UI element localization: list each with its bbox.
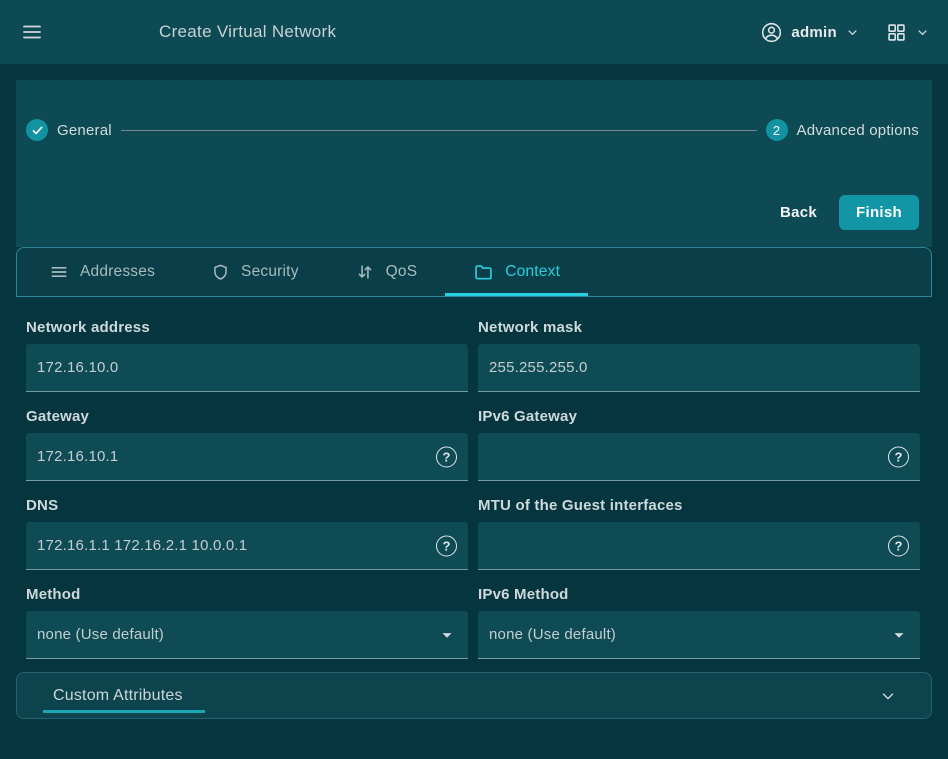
context-form: Network address Network mask Gateway ? I… — [0, 297, 948, 719]
help-icon[interactable]: ? — [888, 536, 909, 557]
dns-input[interactable] — [26, 522, 468, 570]
field-label: Network address — [26, 319, 468, 336]
method-select[interactable]: none (Use default) — [26, 611, 468, 659]
list-icon — [49, 262, 69, 282]
ipv6-method-select[interactable]: none (Use default) — [478, 611, 920, 659]
network-mask-input[interactable] — [478, 344, 920, 392]
field-mtu: MTU of the Guest interfaces ? — [478, 497, 920, 570]
tab-label: Context — [505, 263, 560, 281]
step-label: Advanced options — [797, 122, 919, 139]
sort-arrows-icon — [355, 262, 375, 282]
check-icon — [26, 119, 48, 141]
finish-button[interactable]: Finish — [839, 195, 919, 230]
folder-icon — [473, 262, 494, 283]
field-label: Method — [26, 586, 468, 603]
step-advanced-options[interactable]: 2 Advanced options — [766, 119, 919, 141]
field-network-mask: Network mask — [478, 319, 920, 392]
help-icon[interactable]: ? — [436, 536, 457, 557]
field-ipv6-method: IPv6 Method none (Use default) — [478, 586, 920, 659]
chevron-down-icon — [915, 25, 930, 40]
field-label: Network mask — [478, 319, 920, 336]
field-label: IPv6 Method — [478, 586, 920, 603]
select-value: none (Use default) — [37, 626, 164, 643]
chevron-down-icon — [879, 687, 897, 705]
ipv6-gateway-input[interactable] — [478, 433, 920, 481]
stepper-connector — [121, 130, 757, 131]
shield-icon — [211, 263, 230, 282]
fields-grid: Network address Network mask Gateway ? I… — [0, 297, 948, 659]
tab-qos[interactable]: QoS — [327, 248, 446, 296]
chevron-down-icon — [845, 25, 860, 40]
account-icon — [760, 21, 783, 44]
network-address-input[interactable] — [26, 344, 468, 392]
accordion-title-wrap: Custom Attributes — [53, 673, 183, 718]
field-network-address: Network address — [26, 319, 468, 392]
field-ipv6-gateway: IPv6 Gateway ? — [478, 408, 920, 481]
select-caret-icon — [888, 624, 910, 646]
topbar: Create Virtual Network admin — [0, 0, 948, 64]
tab-label: QoS — [386, 263, 418, 281]
field-label: Gateway — [26, 408, 468, 425]
field-label: DNS — [26, 497, 468, 514]
apps-menu[interactable] — [886, 22, 930, 43]
mtu-input[interactable] — [478, 522, 920, 570]
help-icon[interactable]: ? — [436, 447, 457, 468]
custom-attributes-accordion[interactable]: Custom Attributes — [16, 672, 932, 719]
tab-security[interactable]: Security — [183, 248, 327, 296]
field-dns: DNS ? — [26, 497, 468, 570]
field-label: IPv6 Gateway — [478, 408, 920, 425]
select-caret-icon — [436, 624, 458, 646]
tab-label: Security — [241, 263, 299, 281]
step-number-badge: 2 — [766, 119, 788, 141]
page-title: Create Virtual Network — [159, 22, 336, 42]
help-icon[interactable]: ? — [888, 447, 909, 468]
back-button[interactable]: Back — [774, 196, 823, 229]
select-value: none (Use default) — [489, 626, 616, 643]
menu-icon[interactable] — [18, 18, 46, 46]
tab-label: Addresses — [80, 263, 155, 281]
step-general[interactable]: General — [26, 119, 112, 141]
gateway-input[interactable] — [26, 433, 468, 481]
accordion-title: Custom Attributes — [53, 687, 183, 705]
step-label: General — [57, 122, 112, 139]
tab-addresses[interactable]: Addresses — [21, 248, 183, 296]
apps-grid-icon — [886, 22, 907, 43]
user-menu[interactable]: admin — [760, 21, 860, 44]
field-method: Method none (Use default) — [26, 586, 468, 659]
tabbar: Addresses Security QoS Context — [16, 247, 932, 297]
username: admin — [791, 24, 837, 41]
wizard-actions: Back Finish — [26, 195, 919, 230]
field-label: MTU of the Guest interfaces — [478, 497, 920, 514]
tab-context[interactable]: Context — [445, 248, 588, 296]
stepper: General 2 Advanced options — [26, 119, 919, 141]
field-gateway: Gateway ? — [26, 408, 468, 481]
stepper-panel: General 2 Advanced options Back Finish — [16, 80, 932, 247]
